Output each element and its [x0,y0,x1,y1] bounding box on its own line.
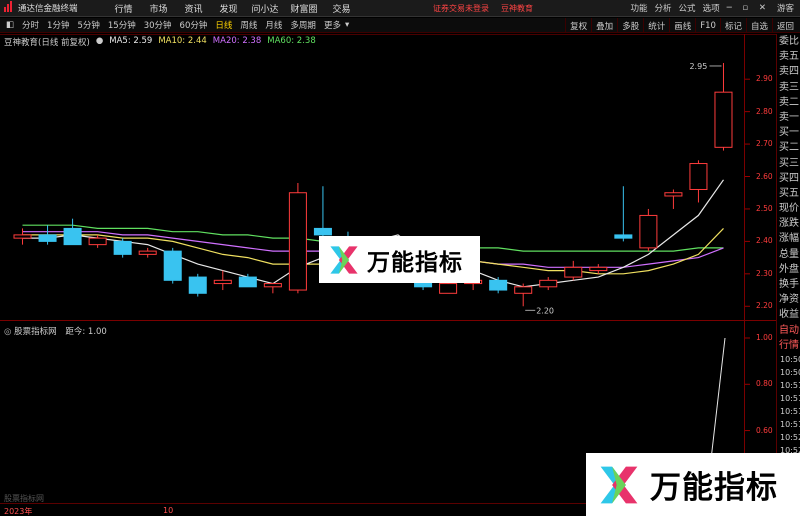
quote-field-label: 卖五 [779,51,799,63]
quote-field-label: 涨跌 [779,218,799,230]
indicator-name: 股票指标网 [14,327,57,337]
candle-body [238,276,257,288]
price-axis-label: 2.80 [756,106,773,116]
quote-field-label: 现价 [779,203,799,215]
price-axis-label: 2.50 [756,203,773,213]
candle-body [138,250,157,255]
watermark-logo-large-icon [600,466,638,503]
tick-time: 10:51 [780,406,800,416]
high-price-label: 2.95 [689,62,707,71]
candle-body [714,91,733,148]
price-axis-label: 2.20 [756,301,773,311]
candle-body [664,192,683,197]
candle-body [163,250,182,281]
quote-field-label: 买三 [779,157,799,169]
date-axis-month: 10 [163,506,174,515]
candle-body [188,276,207,294]
candle-body [639,214,658,249]
quote-field-label: 净资 [779,294,799,306]
price-axis-label: 2.70 [756,139,773,149]
watermark-logo: 万能指标 [319,236,480,283]
candle-body [539,279,558,288]
quote-field-label: 换手 [779,279,799,290]
candle-body [38,234,57,242]
candle-body [514,286,533,294]
quote-field-label: 买一 [779,127,799,139]
watermark-text: 万能指标 [367,249,463,276]
axis-divider [744,34,745,503]
quote-field-label: 卖一 [779,111,799,123]
quote-field-label: 买五 [779,187,799,199]
candle-body [439,283,458,294]
candle-body [88,237,107,246]
watermark-text-large: 万能指标 [650,470,778,506]
candle-body [263,283,282,288]
tick-time: 10:51 [780,380,800,390]
price-axis-label: 2.40 [756,236,773,246]
date-axis-year: 2023年 [4,507,33,516]
tick-time: 10:51 [780,419,800,429]
candle-body [564,266,583,278]
candle-body [288,192,307,291]
candle-body [13,234,32,239]
quote-field-label: 买二 [779,142,799,154]
tick-time: 10:52 [780,432,800,442]
settings-icon[interactable]: ◎ [4,327,11,337]
watermark-logo-icon [330,245,358,274]
price-axis-label: 2.30 [756,268,773,278]
candle-body [589,266,608,272]
indicator-axis-label: 1.00 [756,333,773,342]
candle-body [489,279,508,291]
tick-time: 10:50 [780,367,800,377]
candle-body [313,227,332,236]
price-axis-label: 2.60 [756,171,773,181]
indicator-axis-label: 0.80 [756,379,773,389]
quote-field-label: 卖三 [779,81,799,93]
quote-tab-label[interactable]: 自动 [777,323,800,338]
quote-field-label: 总量 [779,248,799,260]
quote-tab-label[interactable]: 行情 [777,338,800,353]
candle-body [63,227,82,246]
quote-field-label: 卖二 [779,96,799,108]
indicator-axis-label: 0.60 [756,425,773,435]
candle-body [213,279,232,285]
tick-time: 10:51 [780,393,800,403]
quote-field-label: 涨幅 [779,233,799,245]
indicator-distance: 距今: 1.00 [65,327,107,337]
quote-field-label: 卖四 [779,66,799,78]
quote-side-panel: 委比卖五卖四卖三卖二卖一买一买二买三买四买五现价涨跌涨幅总量外盘换手净资收益自动… [776,34,800,516]
quote-field-label: 委比 [779,36,799,47]
watermark-logo-large: 万能指标 [586,453,800,516]
indicator-header: ◎ 股票指标网 距今: 1.00 [4,325,107,337]
quote-field-label: 收益 [779,309,799,321]
candle-body [689,163,708,190]
pane-divider[interactable] [0,320,776,321]
candle-body [614,234,633,239]
candle-body [113,240,132,255]
quote-field-label: 买四 [779,172,799,184]
low-price-label: 2.20 [536,306,554,315]
tick-time: 10:50 [780,354,800,364]
quote-field-label: 外盘 [779,263,799,275]
price-axis-label: 2.90 [756,74,773,84]
